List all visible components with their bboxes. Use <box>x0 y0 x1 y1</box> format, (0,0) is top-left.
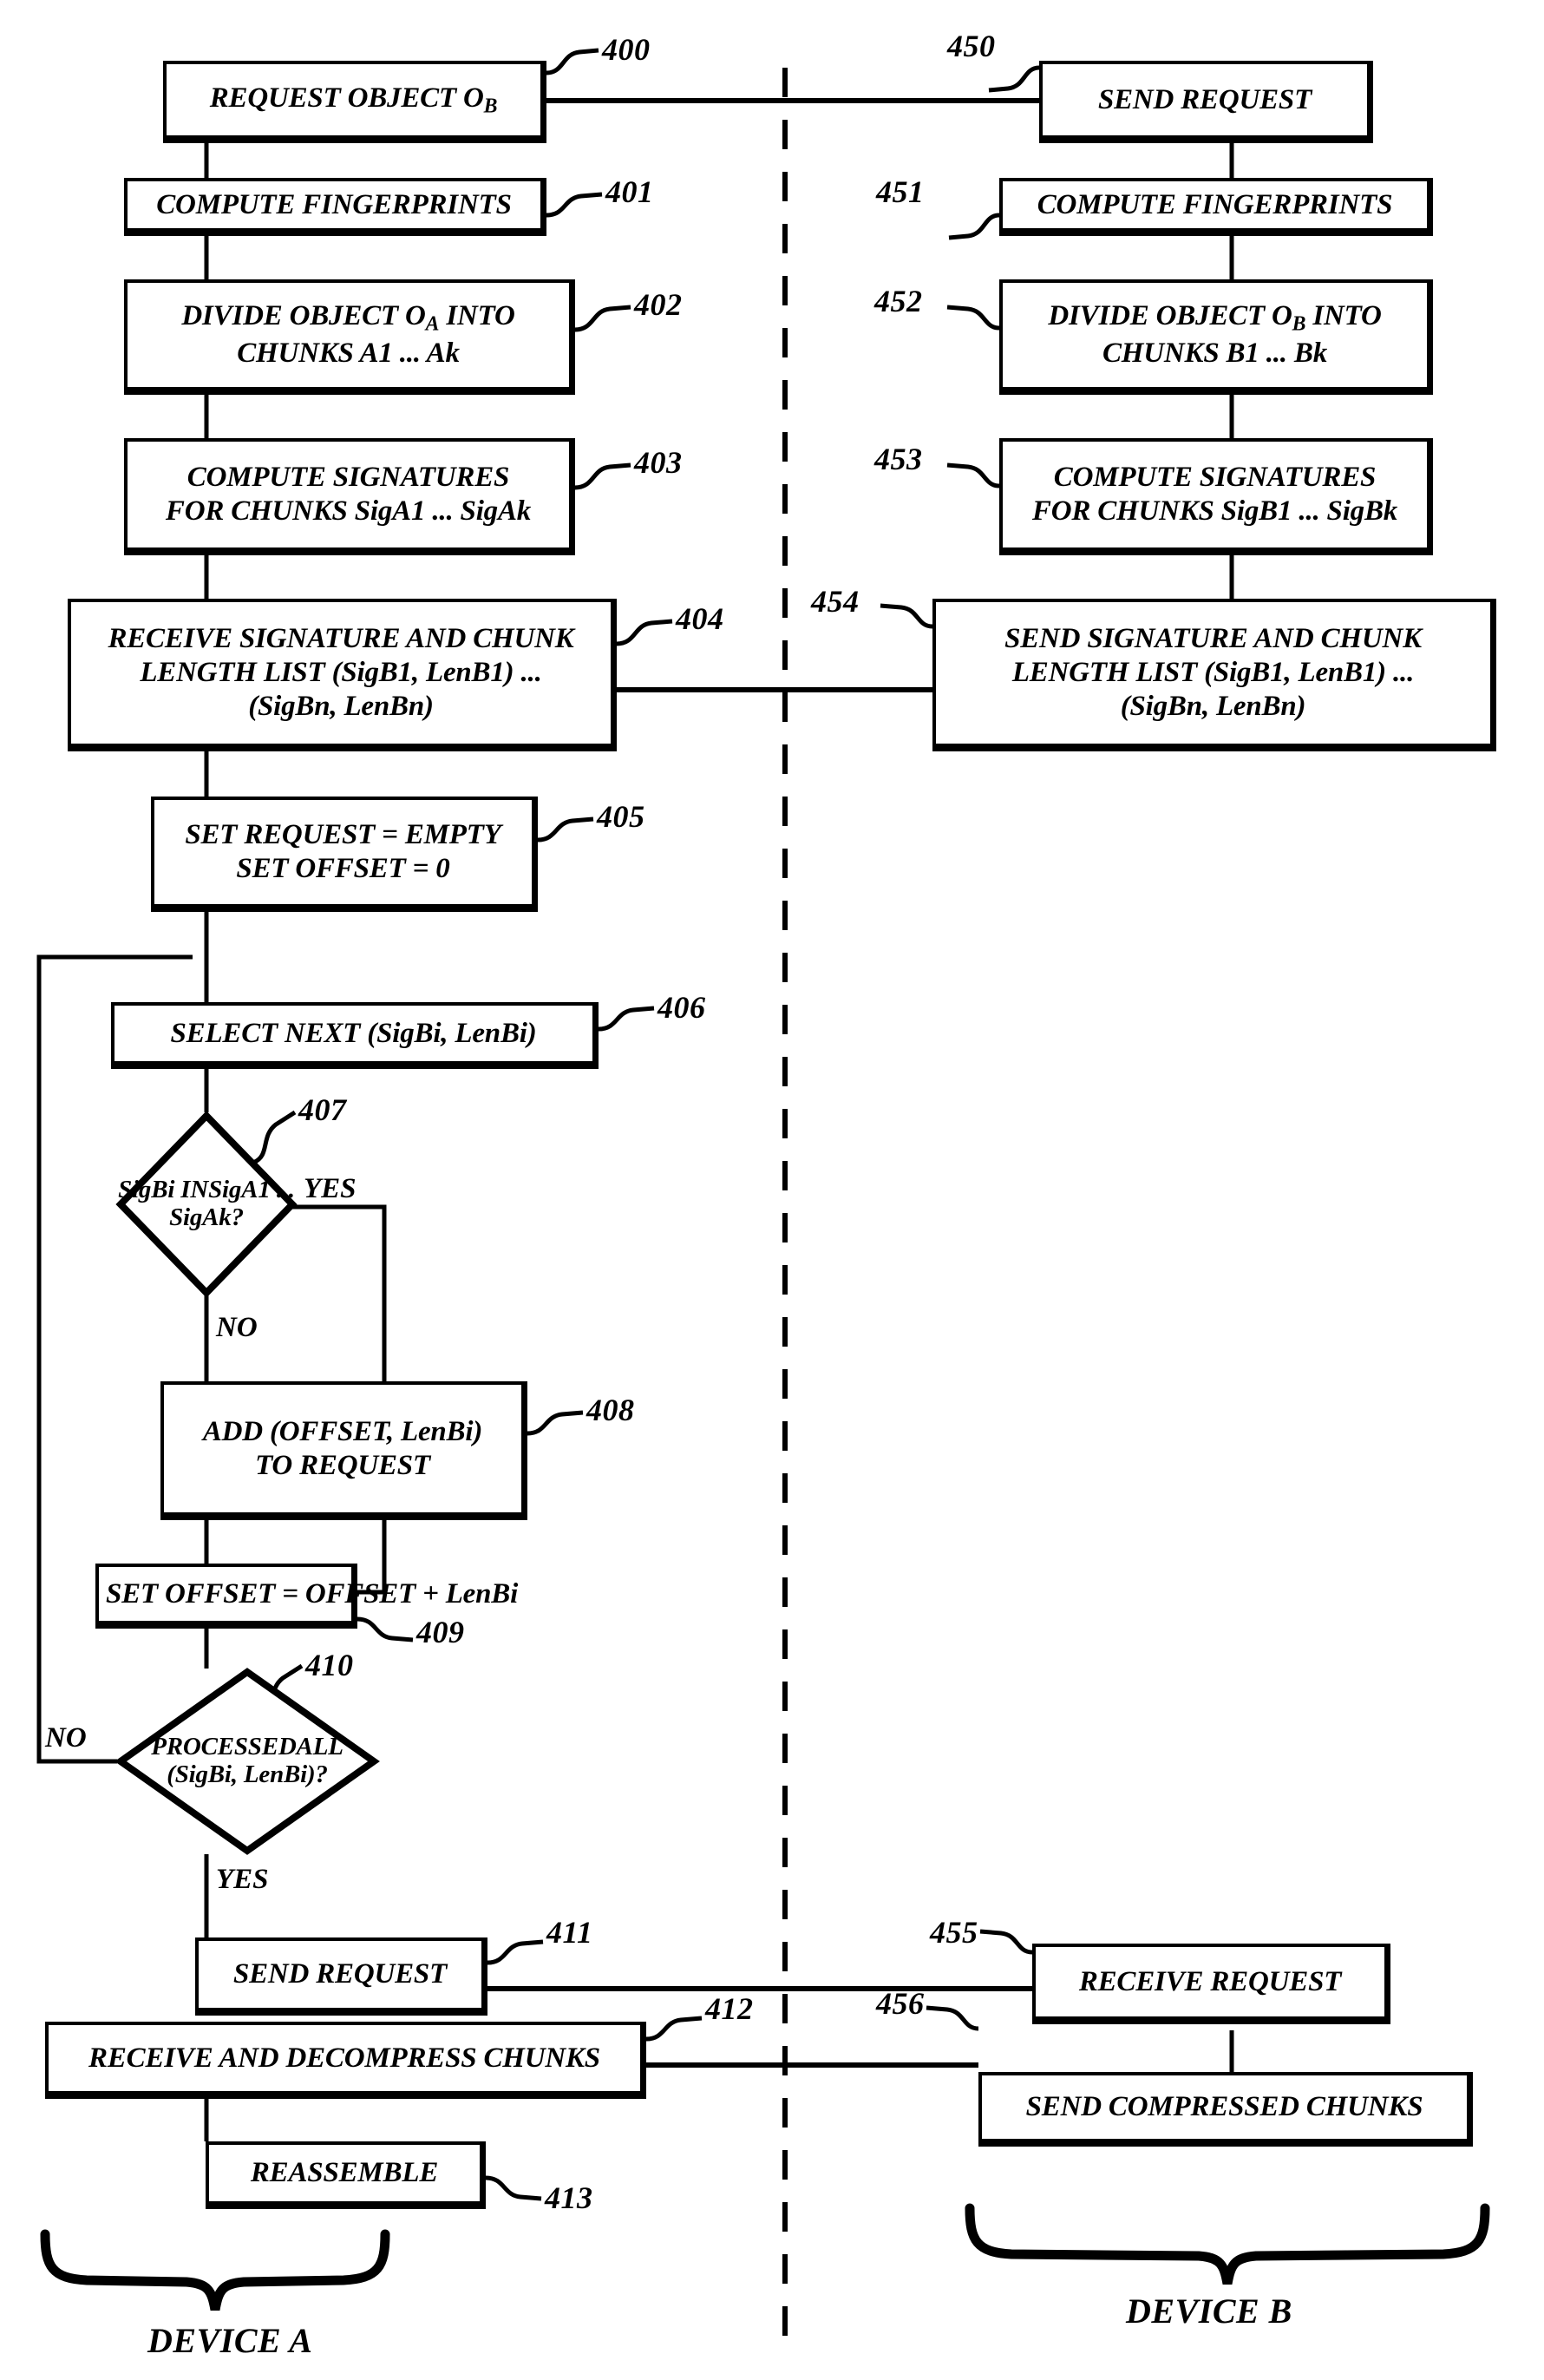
node-455-text: RECEIVE REQUEST <box>1078 1965 1342 1997</box>
node-412-receive-decompress[interactable]: RECEIVE AND DECOMPRESS CHUNKS <box>45 2022 646 2099</box>
node-411-text: SEND REQUEST <box>232 1958 448 1990</box>
node-455-receive-request[interactable]: RECEIVE REQUEST <box>1032 1944 1390 2024</box>
node-406-select-next[interactable]: SELECT NEXT (SigBi, LenBi) <box>111 1002 599 1069</box>
node-413-reassemble[interactable]: REASSEMBLE <box>206 2141 486 2209</box>
node-400-request-object[interactable]: REQUEST OBJECT OB <box>163 61 546 143</box>
branch-label-410-yes: YES <box>216 1864 269 1895</box>
ref-453: 453 <box>874 442 923 476</box>
ref-451: 451 <box>876 174 925 209</box>
ref-412: 412 <box>705 1991 754 2026</box>
device-a-label: DEVICE A <box>147 2321 313 2360</box>
ref-401: 401 <box>605 174 654 209</box>
branch-label-410-no: NO <box>45 1722 87 1754</box>
ref-402: 402 <box>634 287 683 322</box>
node-453-compute-signatures-b[interactable]: COMPUTE SIGNATURES FOR CHUNKS SigB1 ... S… <box>999 438 1433 555</box>
node-405-text: SET REQUEST = EMPTY SET OFFSET = 0 <box>185 819 501 884</box>
node-400-text: REQUEST OBJECT OB <box>209 82 498 118</box>
node-452-divide-object-b[interactable]: DIVIDE OBJECT OB INTO CHUNKS B1 ... Bk <box>999 279 1433 395</box>
node-404-receive-signature-list[interactable]: RECEIVE SIGNATURE AND CHUNK LENGTH LIST (… <box>68 599 617 751</box>
node-409-set-offset-plus-len[interactable]: SET OFFSET = OFFSET + LenBi <box>95 1564 519 1629</box>
ref-454: 454 <box>811 584 860 619</box>
ref-405: 405 <box>597 799 645 834</box>
branch-label-407-yes: YES <box>304 1173 357 1204</box>
ref-404: 404 <box>676 601 724 636</box>
node-405-set-request-empty[interactable]: SET REQUEST = EMPTY SET OFFSET = 0 <box>151 797 538 912</box>
node-403-compute-signatures-a[interactable]: COMPUTE SIGNATURES FOR CHUNKS SigA1 ... S… <box>124 438 575 555</box>
patent-flowchart-figure: REQUEST OBJECT OB 400 COMPUTE FINGERPRIN… <box>0 0 1544 2380</box>
ref-452: 452 <box>874 284 923 318</box>
node-407-decision-sig-in-list[interactable]: SigBi INSigA1 ... SigAk? <box>115 1111 298 1298</box>
ref-455: 455 <box>930 1915 978 1950</box>
ref-410: 410 <box>305 1648 354 1682</box>
node-404-text: RECEIVE SIGNATURE AND CHUNK LENGTH LIST (… <box>108 623 574 722</box>
node-451-text: COMPUTE FINGERPRINTS <box>1037 188 1393 220</box>
node-409-text: SET OFFSET = OFFSET + LenBi <box>106 1577 519 1610</box>
node-451-compute-fingerprints[interactable]: COMPUTE FINGERPRINTS <box>999 178 1433 236</box>
node-402-text: DIVIDE OBJECT OA INTO CHUNKS A1 ... Ak <box>181 300 515 369</box>
node-401-text: COMPUTE FINGERPRINTS <box>156 188 512 220</box>
node-410-decision-processed-all[interactable]: PROCESSEDALL (SigBi, LenBi)? <box>114 1668 380 1855</box>
branch-label-407-no: NO <box>216 1312 258 1343</box>
node-450-send-request[interactable]: SEND REQUEST <box>1039 61 1373 143</box>
node-402-divide-object-a[interactable]: DIVIDE OBJECT OA INTO CHUNKS A1 ... Ak <box>124 279 575 395</box>
node-410-text: PROCESSEDALL (SigBi, LenBi)? <box>151 1733 343 1788</box>
node-408-add-offset-to-request[interactable]: ADD (OFFSET, LenBi) TO REQUEST <box>160 1381 527 1520</box>
ref-413: 413 <box>545 2180 593 2215</box>
node-407-text: SigBi INSigA1 ... SigAk? <box>118 1176 295 1231</box>
ref-456: 456 <box>876 1986 925 2021</box>
node-454-text: SEND SIGNATURE AND CHUNK LENGTH LIST (Sig… <box>1004 623 1422 722</box>
ref-406: 406 <box>658 990 706 1025</box>
ref-400: 400 <box>602 32 651 67</box>
node-408-text: ADD (OFFSET, LenBi) TO REQUEST <box>202 1415 483 1481</box>
node-456-send-compressed-chunks[interactable]: SEND COMPRESSED CHUNKS <box>978 2072 1473 2147</box>
node-403-text: COMPUTE SIGNATURES FOR CHUNKS SigA1 ... S… <box>165 462 532 527</box>
device-b-label: DEVICE B <box>1126 2291 1292 2331</box>
node-412-text: RECEIVE AND DECOMPRESS CHUNKS <box>88 2042 600 2074</box>
node-452-text: DIVIDE OBJECT OB INTO CHUNKS B1 ... Bk <box>1048 300 1382 369</box>
ref-450: 450 <box>947 29 996 63</box>
node-453-text: COMPUTE SIGNATURES FOR CHUNKS SigB1 ... S… <box>1031 462 1398 527</box>
node-406-text: SELECT NEXT (SigBi, LenBi) <box>170 1017 537 1049</box>
ref-409: 409 <box>416 1615 465 1649</box>
node-413-text: REASSEMBLE <box>250 2157 439 2189</box>
ref-403: 403 <box>634 445 683 480</box>
ref-407: 407 <box>298 1092 347 1127</box>
node-411-send-request[interactable]: SEND REQUEST <box>195 1937 487 2016</box>
ref-408: 408 <box>586 1393 635 1427</box>
node-454-send-signature-list[interactable]: SEND SIGNATURE AND CHUNK LENGTH LIST (Sig… <box>932 599 1496 751</box>
node-401-compute-fingerprints[interactable]: COMPUTE FINGERPRINTS <box>124 178 546 236</box>
node-450-text: SEND REQUEST <box>1097 83 1312 115</box>
ref-411: 411 <box>546 1915 593 1950</box>
node-456-text: SEND COMPRESSED CHUNKS <box>1025 2091 1423 2123</box>
